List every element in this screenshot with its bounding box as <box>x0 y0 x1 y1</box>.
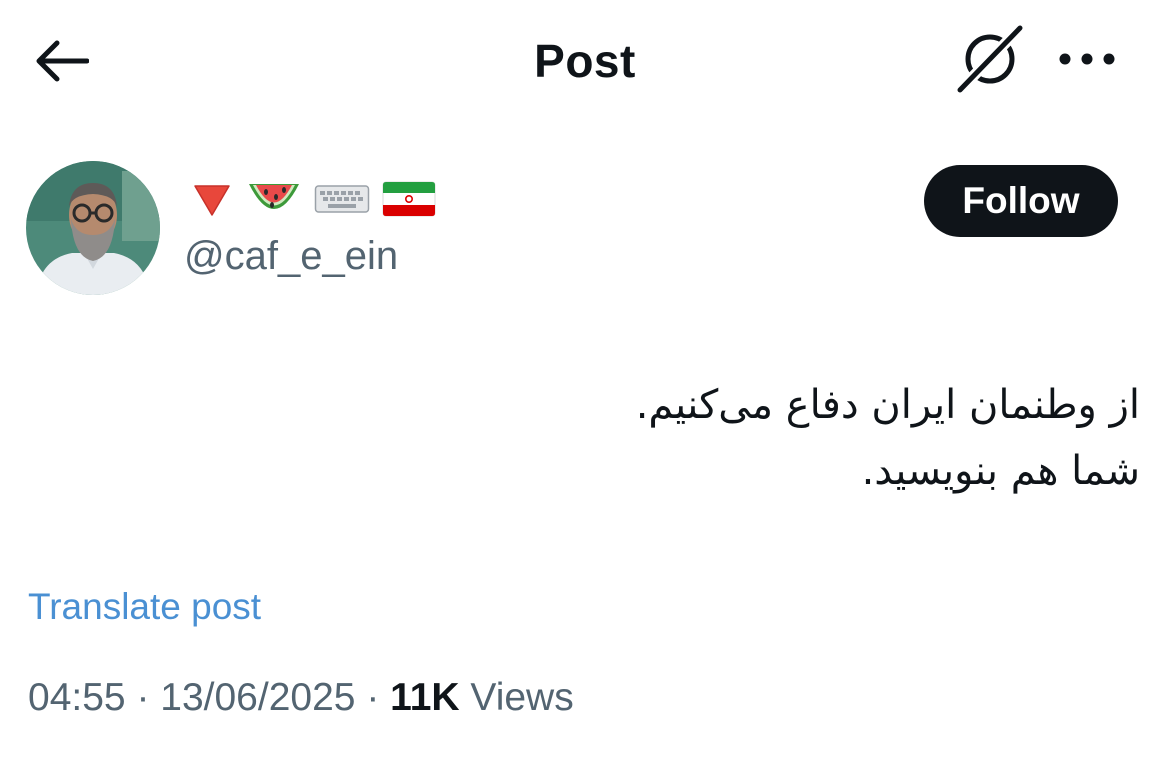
follow-button[interactable]: Follow <box>924 165 1118 237</box>
avatar[interactable] <box>26 161 160 295</box>
views-count[interactable]: 11K <box>390 676 459 719</box>
meta-separator: · <box>355 676 391 719</box>
iran-flag-icon <box>382 180 436 223</box>
grok-icon <box>954 25 1026 93</box>
translate-post-link[interactable]: Translate post <box>28 586 261 628</box>
red-triangle-down-icon <box>190 177 234 226</box>
keyboard-icon <box>314 182 370 221</box>
views-label: Views <box>459 676 574 719</box>
post-body: از وطنمان ایران دفاع می‌کنیم. شما هم بنو… <box>40 372 1140 504</box>
post-date: 13/06/2025 <box>160 676 356 719</box>
post-line-1: از وطنمان ایران دفاع می‌کنیم. <box>635 382 1140 428</box>
post-meta: 04:55 · 13/06/2025 · 11K Views <box>28 676 574 720</box>
post-time: 04:55 <box>28 676 126 719</box>
post-line-2: شما هم بنویسید. <box>861 448 1140 494</box>
user-handle[interactable]: @caf_e_ein <box>184 234 398 279</box>
display-name[interactable] <box>190 176 436 226</box>
more-horizontal-icon <box>1059 53 1115 65</box>
meta-separator: · <box>125 676 161 719</box>
top-bar: Post <box>0 0 1170 120</box>
grok-button[interactable] <box>950 24 1030 94</box>
more-options-button[interactable] <box>1052 34 1122 84</box>
watermelon-icon <box>246 176 302 227</box>
